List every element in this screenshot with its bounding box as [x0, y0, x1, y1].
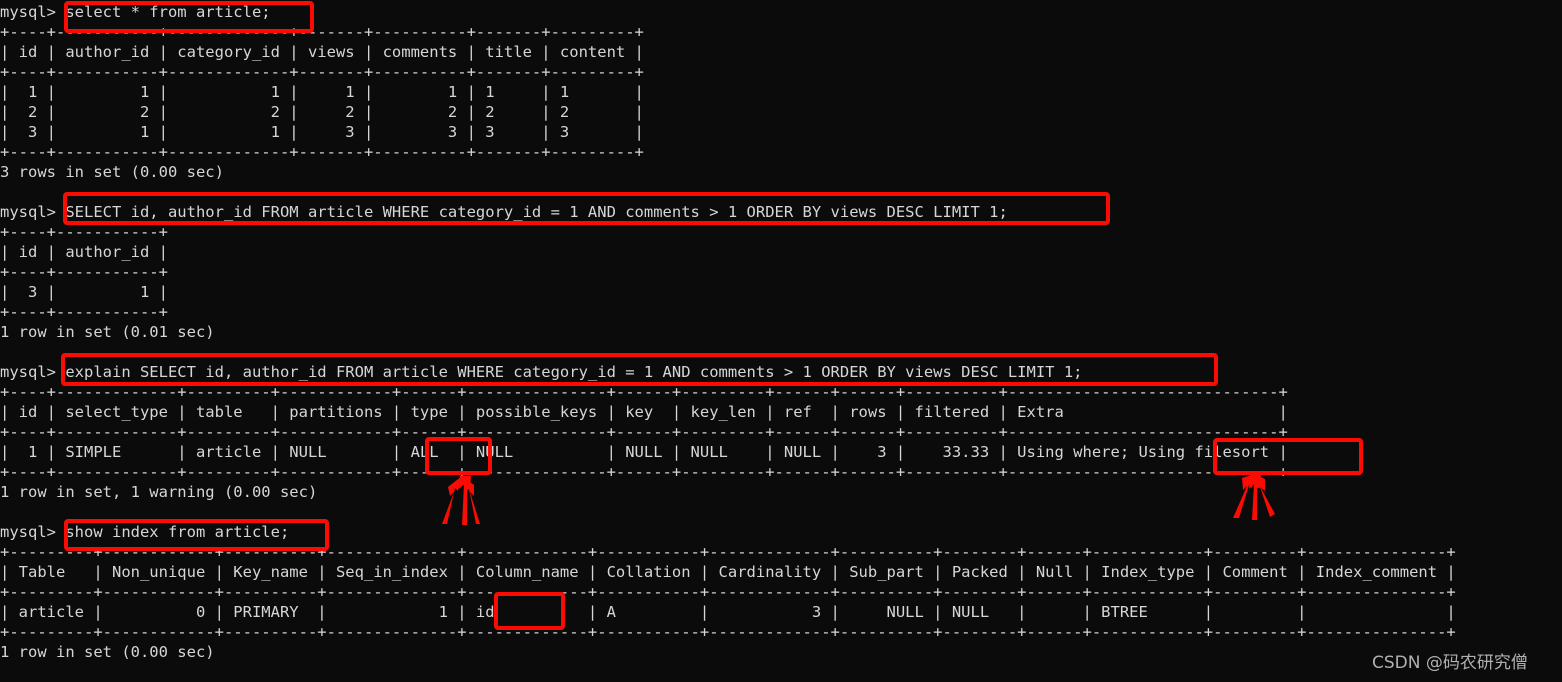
terminal-line: +----+-------------+---------+----------…: [0, 463, 1288, 481]
terminal-line: | Table | Non_unique | Key_name | Seq_in…: [0, 563, 1456, 581]
terminal-line: | article | 0 | PRIMARY | 1 | id | A | 3…: [0, 603, 1456, 621]
terminal-line: +----+-----------+: [0, 223, 168, 241]
terminal-line: | 2 | 2 | 2 | 2 | 2 | 2 | 2 |: [0, 103, 644, 121]
terminal-line: +----+-----------+: [0, 263, 168, 281]
terminal-line: | id | author_id |: [0, 243, 168, 261]
terminal-line: | 1 | 1 | 1 | 1 | 1 | 1 | 1 |: [0, 83, 644, 101]
terminal-line: mysql> explain SELECT id, author_id FROM…: [0, 363, 1083, 381]
terminal-line: +---------+------------+----------+-----…: [0, 543, 1456, 561]
terminal-line: +---------+------------+----------+-----…: [0, 623, 1456, 641]
terminal-line: +----+-----------+-------------+-------+…: [0, 143, 644, 161]
terminal-line: +----+-----------+-------------+-------+…: [0, 63, 644, 81]
terminal-line: 1 row in set, 1 warning (0.00 sec): [0, 483, 318, 501]
terminal-window: mysql> select * from article; +----+-----…: [0, 0, 1562, 682]
terminal-line: 1 row in set (0.00 sec): [0, 643, 215, 661]
terminal-line: +----+-------------+---------+----------…: [0, 383, 1288, 401]
terminal-line: | 1 | SIMPLE | article | NULL | ALL | NU…: [0, 443, 1288, 461]
terminal-line: mysql> SELECT id, author_id FROM article…: [0, 203, 1008, 221]
terminal-line: | 3 | 1 |: [0, 283, 168, 301]
terminal-line: | 3 | 1 | 1 | 3 | 3 | 3 | 3 |: [0, 123, 644, 141]
terminal-line: 1 row in set (0.01 sec): [0, 323, 215, 341]
terminal-line: | id | select_type | table | partitions …: [0, 403, 1288, 421]
terminal-line: +----+-------------+---------+----------…: [0, 423, 1288, 441]
terminal-line: mysql> select * from article;: [0, 3, 271, 21]
terminal-line: +---------+------------+----------+-----…: [0, 583, 1456, 601]
terminal-line: mysql> show index from article;: [0, 523, 290, 541]
terminal-line: +----+-----------+-------------+-------+…: [0, 23, 644, 41]
terminal-line: | id | author_id | category_id | views |…: [0, 43, 644, 61]
terminal-line: +----+-----------+: [0, 303, 168, 321]
terminal-line: 3 rows in set (0.00 sec): [0, 163, 224, 181]
csdn-watermark: CSDN @码农研究僧: [1372, 653, 1528, 673]
